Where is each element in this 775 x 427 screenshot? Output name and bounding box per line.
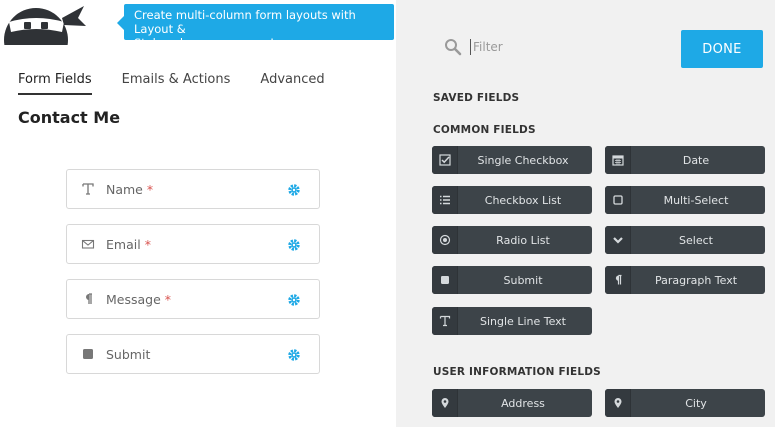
user-information-fields-heading: USER INFORMATION FIELDS [433, 366, 601, 378]
add-city-button[interactable]: City [605, 389, 765, 417]
done-button[interactable]: DONE [681, 30, 763, 68]
add-paragraph-text-button[interactable]: Paragraph Text [605, 266, 765, 294]
add-multi-select-button[interactable]: Multi-Select [605, 186, 765, 214]
field-label: Submit [106, 346, 151, 362]
field-label: Email [106, 236, 141, 252]
builder-tabs: Form Fields Emails & Actions Advanced [18, 72, 355, 95]
add-submit-button[interactable]: Submit [432, 266, 592, 294]
promo-banner-line2: Styles...learn more now! [134, 36, 275, 50]
required-marker: * [164, 291, 172, 307]
text-icon [432, 307, 458, 335]
field-button-label: Multi-Select [663, 193, 729, 207]
chevron-down-icon [605, 226, 631, 254]
add-select-button[interactable]: Select [605, 226, 765, 254]
gear-icon[interactable] [287, 182, 301, 196]
radio-icon [432, 226, 458, 254]
list-icon [432, 186, 458, 214]
field-label: Message [106, 291, 161, 307]
form-builder-panel: Create multi-column form layouts with La… [0, 0, 396, 427]
search-icon [444, 38, 462, 56]
add-single-checkbox-button[interactable]: Single Checkbox [432, 146, 592, 174]
square-icon [81, 347, 95, 361]
calendar-icon [605, 146, 631, 174]
text-icon [81, 182, 95, 196]
square-icon [432, 266, 458, 294]
field-button-label: Single Line Text [480, 314, 566, 328]
paragraph-icon [81, 292, 95, 306]
field-button-label: Date [682, 153, 710, 167]
paragraph-icon [605, 266, 631, 294]
field-button-label: City [685, 396, 707, 410]
field-palette-sidebar: DONE SAVED FIELDS COMMON FIELDS Single C… [396, 0, 775, 427]
map-marker-icon [432, 389, 458, 417]
gear-icon[interactable] [287, 237, 301, 251]
field-button-label: Radio List [496, 233, 550, 247]
field-button-label: Select [679, 233, 713, 247]
field-button-label: Address [501, 396, 545, 410]
field-button-label: Paragraph Text [654, 273, 738, 287]
add-radio-list-button[interactable]: Radio List [432, 226, 592, 254]
form-field-submit[interactable]: Submit [66, 334, 320, 374]
tab-advanced[interactable]: Advanced [260, 72, 324, 95]
field-button-label: Checkbox List [484, 193, 562, 207]
promo-banner[interactable]: Create multi-column form layouts with La… [117, 4, 394, 50]
common-fields-heading: COMMON FIELDS [433, 124, 536, 136]
field-button-label: Submit [503, 273, 543, 287]
add-address-button[interactable]: Address [432, 389, 592, 417]
checkbox-icon [432, 146, 458, 174]
gear-icon[interactable] [287, 347, 301, 361]
required-marker: * [146, 181, 154, 197]
promo-banner-line1: Create multi-column form layouts with La… [134, 8, 356, 36]
tab-emails-actions[interactable]: Emails & Actions [122, 72, 231, 95]
required-marker: * [144, 236, 151, 252]
gear-icon[interactable] [287, 292, 301, 306]
square-outline-icon [605, 186, 631, 214]
field-label: Name [106, 181, 143, 197]
envelope-icon [81, 237, 95, 251]
field-button-label: Single Checkbox [477, 153, 569, 167]
ninja-forms-logo [4, 0, 86, 45]
add-date-button[interactable]: Date [605, 146, 765, 174]
saved-fields-heading: SAVED FIELDS [433, 92, 520, 104]
form-field-name[interactable]: Name * [66, 169, 320, 209]
map-marker-icon [605, 389, 631, 417]
filter-input[interactable] [470, 36, 660, 58]
tab-form-fields[interactable]: Form Fields [18, 72, 92, 95]
form-field-message[interactable]: Message * [66, 279, 320, 319]
add-single-line-text-button[interactable]: Single Line Text [432, 307, 592, 335]
form-field-email[interactable]: Email * [66, 224, 320, 264]
form-title: Contact Me [18, 108, 121, 127]
add-checkbox-list-button[interactable]: Checkbox List [432, 186, 592, 214]
